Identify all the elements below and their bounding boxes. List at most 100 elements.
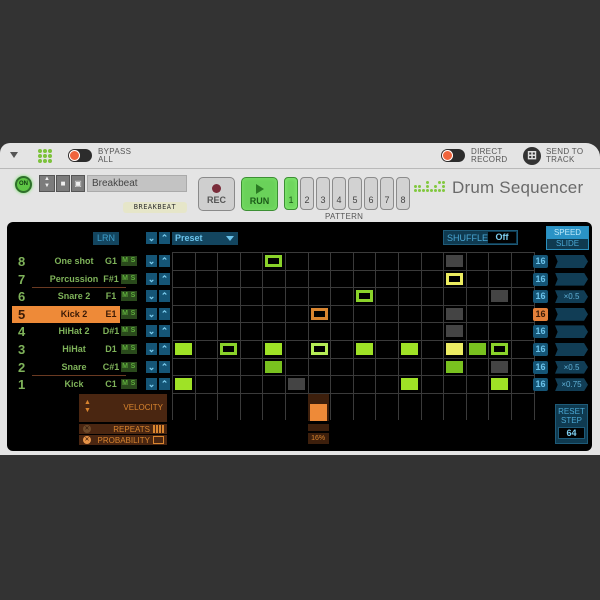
step-cell[interactable]	[288, 378, 305, 391]
repeats-lane-header[interactable]: ✕ REPEATS	[79, 424, 167, 434]
step-grid[interactable]	[172, 252, 535, 420]
step-count[interactable]: 16	[533, 378, 548, 392]
chevron-up-icon[interactable]: ⌃	[159, 232, 170, 244]
chevron-down-icon[interactable]: ⌄	[146, 360, 157, 373]
solo-button[interactable]: S	[129, 274, 137, 284]
chevron-down-icon[interactable]: ⌄	[146, 378, 157, 391]
step-cell[interactable]	[446, 255, 464, 267]
step-cell[interactable]	[491, 378, 509, 391]
fold-triangle-icon[interactable]	[10, 152, 18, 158]
pattern-button-1[interactable]: 1	[284, 177, 298, 210]
step-cell[interactable]	[491, 360, 509, 373]
solo-button[interactable]: S	[129, 344, 137, 354]
velocity-bar-fill[interactable]	[309, 404, 327, 421]
chevron-up-icon[interactable]: ⌃	[159, 360, 170, 373]
mute-button[interactable]: M	[121, 274, 129, 284]
chevron-up-icon[interactable]: ⌃	[159, 290, 170, 303]
pattern-button-4[interactable]: 4	[332, 177, 346, 210]
step-cell[interactable]	[355, 290, 373, 303]
mute-button[interactable]: M	[121, 379, 129, 389]
chevron-down-icon[interactable]: ⌄	[146, 272, 157, 285]
row-speed[interactable]	[555, 272, 588, 286]
velocity-bar-track[interactable]	[307, 394, 329, 421]
bypass-all-toggle[interactable]	[68, 149, 92, 162]
pattern-preset-dropdown[interactable]: Preset	[172, 232, 238, 245]
step-cell[interactable]	[220, 343, 238, 355]
solo-button[interactable]: S	[129, 309, 137, 319]
slide-tab[interactable]: SLIDE	[547, 239, 588, 249]
solo-button[interactable]: S	[129, 326, 137, 336]
step-count[interactable]: 16	[533, 360, 548, 374]
chevron-up-icon[interactable]: ⌃	[159, 343, 170, 355]
pattern-button-2[interactable]: 2	[300, 177, 314, 210]
pattern-button-8[interactable]: 8	[396, 177, 410, 210]
up-down-arrows-icon[interactable]: ▲ ▼	[84, 399, 91, 415]
velocity-lane-header[interactable]: ▲ ▼ VELOCITY	[79, 394, 167, 422]
solo-button[interactable]: S	[129, 291, 137, 301]
preset-prev-next-button[interactable]: ▲ ▼	[39, 175, 55, 192]
chevron-down-icon[interactable]: ⌄	[146, 343, 157, 355]
row-note[interactable]: C#1	[100, 359, 122, 376]
step-cell[interactable]	[446, 360, 464, 373]
mute-button[interactable]: M	[121, 362, 129, 372]
mute-button[interactable]: M	[121, 291, 129, 301]
preset-name-field[interactable]: Breakbeat	[87, 175, 187, 192]
step-cell[interactable]	[446, 325, 464, 338]
row-note[interactable]: C1	[100, 376, 122, 393]
row-note[interactable]: D#1	[100, 323, 122, 340]
repeats-disable-icon[interactable]: ✕	[83, 425, 91, 433]
chevron-down-icon[interactable]: ⌄	[146, 307, 157, 320]
chevron-up-icon[interactable]: ⌃	[159, 307, 170, 320]
solo-button[interactable]: S	[129, 362, 137, 372]
rec-button[interactable]: REC	[198, 177, 235, 211]
step-cell[interactable]	[401, 378, 418, 391]
device-on-button[interactable]: ON	[15, 176, 32, 193]
step-cell[interactable]	[265, 360, 283, 373]
row-speed[interactable]	[555, 307, 588, 321]
step-cell[interactable]	[355, 343, 373, 355]
direct-record-toggle[interactable]	[441, 149, 465, 162]
chevron-down-icon[interactable]: ⌄	[146, 325, 157, 338]
step-count[interactable]: 16	[533, 325, 548, 339]
step-cell[interactable]	[310, 343, 328, 355]
solo-button[interactable]: S	[129, 256, 137, 266]
mute-button[interactable]: M	[121, 344, 129, 354]
step-cell[interactable]	[310, 307, 328, 320]
learn-button[interactable]: LRN	[93, 232, 119, 245]
pattern-button-6[interactable]: 6	[364, 177, 378, 210]
chevron-down-icon[interactable]: ⌄	[146, 232, 157, 244]
folder-icon[interactable]: ■	[56, 175, 70, 192]
step-cell[interactable]	[446, 272, 464, 285]
step-count[interactable]: 16	[533, 307, 548, 321]
mute-button[interactable]: M	[121, 256, 129, 266]
pattern-button-3[interactable]: 3	[316, 177, 330, 210]
probability-value[interactable]: 16%	[307, 433, 329, 444]
shuffle-control[interactable]: SHUFFLE Off	[443, 230, 518, 245]
speed-slide-switch[interactable]: SPEED SLIDE	[546, 226, 589, 250]
row-note[interactable]: E1	[100, 306, 122, 323]
chevron-up-icon[interactable]: ⌃	[159, 325, 170, 338]
step-cell[interactable]	[491, 343, 509, 355]
repeats-bar[interactable]	[307, 424, 329, 431]
row-speed[interactable]: ×0.5	[555, 360, 588, 374]
mute-button[interactable]: M	[121, 309, 129, 319]
reset-step-control[interactable]: RESET STEP 64	[555, 404, 588, 444]
chevron-up-icon[interactable]: ⌃	[159, 378, 170, 391]
speed-tab[interactable]: SPEED	[547, 227, 588, 239]
row-speed[interactable]	[555, 255, 588, 268]
row-speed[interactable]: ×0.5	[555, 290, 588, 304]
probability-enable-icon[interactable]: ✕	[83, 436, 91, 444]
step-count[interactable]: 16	[533, 272, 548, 286]
mute-button[interactable]: M	[121, 326, 129, 336]
chevron-down-icon[interactable]: ⌄	[146, 290, 157, 303]
row-speed[interactable]: ×0.75	[555, 378, 588, 392]
step-cell[interactable]	[446, 307, 464, 320]
row-note[interactable]: G1	[100, 253, 122, 270]
step-count[interactable]: 16	[533, 290, 548, 304]
step-cell[interactable]	[468, 343, 486, 355]
send-to-track-icon[interactable]: ⊞	[523, 147, 541, 165]
reset-step-value[interactable]: 64	[558, 427, 585, 439]
step-count[interactable]: 16	[533, 255, 548, 268]
step-cell[interactable]	[446, 343, 464, 355]
step-cell[interactable]	[491, 290, 509, 303]
